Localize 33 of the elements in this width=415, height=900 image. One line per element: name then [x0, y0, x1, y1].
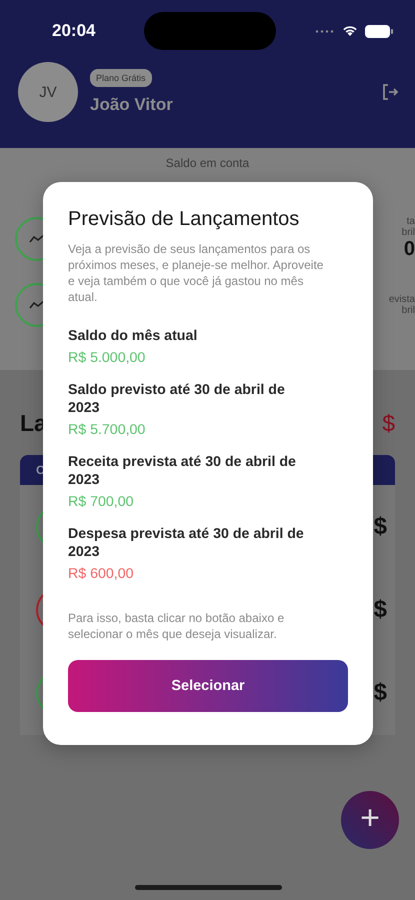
logout-icon[interactable] [381, 83, 399, 101]
trend-icon [29, 300, 45, 310]
transaction-amount: $ [374, 679, 387, 708]
card-label: evista [388, 294, 415, 305]
forecast-label: Receita prevista até 30 de abril de 2023 [68, 453, 297, 489]
forecast-label: Saldo previsto até 30 de abril de 2023 [68, 381, 286, 417]
forecast-value: R$ 700,00 [68, 494, 134, 510]
avatar: JV [18, 62, 78, 122]
battery-icon [364, 24, 393, 38]
signal-icon [314, 30, 335, 32]
dialog-title: Previsão de Lançamentos [68, 208, 300, 231]
section-total: $ [382, 410, 395, 437]
transaction-amount: $ [374, 512, 387, 541]
card-label: bril [402, 227, 415, 238]
dialog-description: Veja a previsão de seus lançamentos para os próximos meses, e planeje-se melhor. Aproveite e veja também o que você já gastou no mês atual. [68, 241, 324, 305]
status-time: 20:04 [52, 21, 96, 41]
forecast-label: Despesa prevista até 30 de abril de 2023 [68, 525, 305, 561]
forecast-value: R$ 600,00 [68, 566, 134, 582]
forecast-value: R$ 5.000,00 [68, 350, 146, 366]
add-button[interactable]: + [341, 791, 399, 849]
balance-label: Saldo em conta [166, 156, 250, 170]
card-value: 0 [404, 238, 415, 261]
forecast-label: Saldo do mês atual [68, 327, 198, 345]
dialog-note: Para isso, basta clicar no botão abaixo e selecionar o mês que deseja visualizar. [68, 610, 286, 642]
card-label: bril [402, 305, 415, 316]
select-button[interactable]: Selecionar [68, 660, 348, 712]
plan-badge: Plano Grátis [90, 69, 152, 87]
user-name: João Vitor [90, 95, 174, 115]
trend-icon [29, 234, 45, 244]
wifi-icon [342, 25, 358, 37]
transaction-amount: $ [374, 596, 387, 624]
card-label: ta [406, 216, 415, 227]
forecast-value: R$ 5.700,00 [68, 422, 146, 438]
